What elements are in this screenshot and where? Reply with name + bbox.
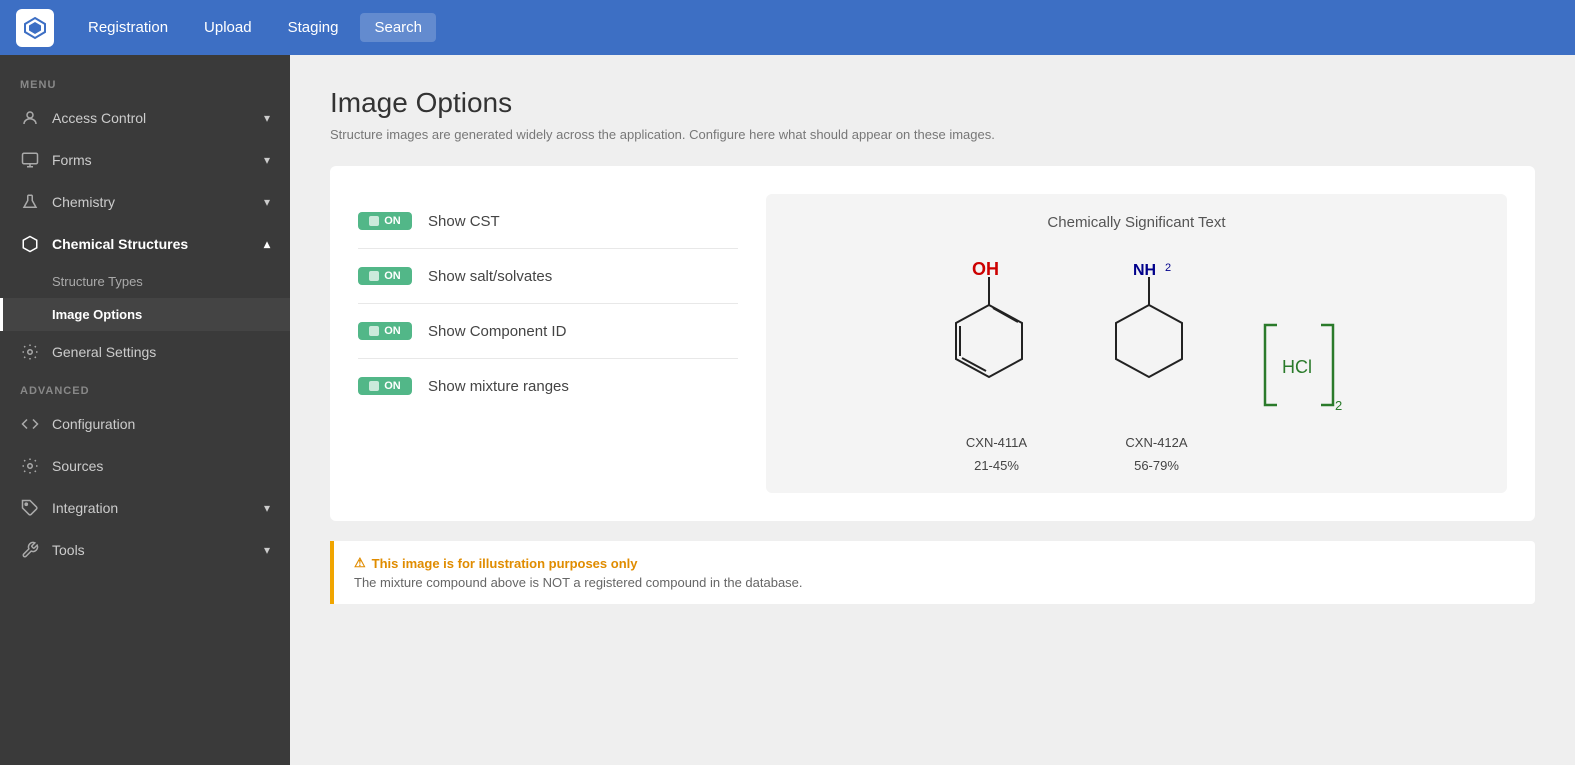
chevron-down-icon: ▾	[264, 195, 270, 209]
advanced-section-label: ADVANCED	[0, 373, 290, 403]
chevron-down-icon: ▾	[264, 543, 270, 557]
toggle-show-mixture-ranges[interactable]: ON	[358, 377, 412, 395]
sidebar-item-label: Access Control	[52, 110, 146, 126]
molecule-range-411a: 21-45%	[974, 458, 1019, 473]
top-nav: Registration Upload Staging Search	[0, 0, 1575, 55]
toggle-label: ON	[384, 215, 401, 227]
molecule-label-411a: CXN-411A	[966, 435, 1027, 450]
molecule-cxn-412a: NH 2 CXN-412A 56-79%	[1087, 247, 1227, 473]
wrench-icon	[20, 540, 40, 560]
sidebar-item-configuration[interactable]: Configuration	[0, 403, 290, 445]
puzzle-icon	[20, 498, 40, 518]
nav-registration[interactable]: Registration	[74, 13, 182, 42]
options-panel: ON Show CST ON Show salt/solvates	[358, 194, 738, 493]
sidebar-item-integration[interactable]: Integration ▾	[0, 487, 290, 529]
svg-text:2: 2	[1335, 398, 1342, 413]
toggle-show-salt[interactable]: ON	[358, 267, 412, 285]
sidebar-item-general-settings[interactable]: General Settings	[0, 331, 290, 373]
code-icon	[20, 414, 40, 434]
sidebar-subitem-structure-types[interactable]: Structure Types	[0, 265, 290, 298]
option-show-salt: ON Show salt/solvates	[358, 249, 738, 304]
gear-icon	[20, 342, 40, 362]
sidebar-item-forms[interactable]: Forms ▾	[0, 139, 290, 181]
sidebar-item-label: Sources	[52, 458, 103, 474]
option-show-component-id: ON Show Component ID	[358, 304, 738, 359]
nav-links: Registration Upload Staging Search	[74, 13, 436, 42]
svg-text:2: 2	[1165, 262, 1171, 274]
options-card: ON Show CST ON Show salt/solvates	[330, 166, 1535, 521]
molecule-hcl: HCl 2	[1247, 270, 1347, 450]
option-label-show-cst: Show CST	[428, 213, 500, 230]
toggle-label: ON	[384, 270, 401, 282]
warning-box: ⚠ This image is for illustration purpose…	[330, 541, 1535, 604]
warning-title-text: This image is for illustration purposes …	[372, 556, 638, 571]
chevron-down-icon: ▾	[264, 153, 270, 167]
nav-search[interactable]: Search	[360, 13, 436, 42]
option-label-show-mixture-ranges: Show mixture ranges	[428, 378, 569, 395]
hexagon-icon	[20, 234, 40, 254]
option-show-cst: ON Show CST	[358, 194, 738, 249]
sidebar-item-tools[interactable]: Tools ▾	[0, 529, 290, 571]
sprocket-icon	[20, 456, 40, 476]
toggle-dot	[369, 326, 379, 336]
toggle-dot	[369, 381, 379, 391]
nav-staging[interactable]: Staging	[274, 13, 353, 42]
sidebar-item-label: Chemistry	[52, 194, 115, 210]
svg-text:HCl: HCl	[1282, 357, 1312, 377]
sidebar-item-access-control[interactable]: Access Control ▾	[0, 97, 290, 139]
toggle-show-cst[interactable]: ON	[358, 212, 412, 230]
chevron-down-icon: ▾	[264, 501, 270, 515]
option-label-show-salt: Show salt/solvates	[428, 268, 552, 285]
toggle-show-component-id[interactable]: ON	[358, 322, 412, 340]
main-content: Image Options Structure images are gener…	[290, 55, 1575, 765]
molecule-range-412a: 56-79%	[1134, 458, 1179, 473]
app-logo	[16, 9, 54, 47]
hcl-svg: HCl 2	[1247, 270, 1347, 450]
chevron-up-icon: ▴	[264, 237, 270, 251]
sidebar-item-label: Forms	[52, 152, 92, 168]
sidebar-item-sources[interactable]: Sources	[0, 445, 290, 487]
warning-title: ⚠ This image is for illustration purpose…	[354, 555, 1515, 571]
toggle-label: ON	[384, 380, 401, 392]
sidebar-subitem-image-options[interactable]: Image Options	[0, 298, 290, 331]
page-title: Image Options	[330, 87, 1535, 119]
svg-text:OH: OH	[972, 259, 999, 279]
warning-text: The mixture compound above is NOT a regi…	[354, 575, 1515, 590]
toggle-label: ON	[384, 325, 401, 337]
molecules-row: OH	[786, 247, 1487, 473]
preview-title: Chemically Significant Text	[1047, 214, 1225, 231]
molecule-cxn-411a: OH	[927, 247, 1067, 473]
option-show-mixture-ranges: ON Show mixture ranges	[358, 359, 738, 413]
sidebar-item-label: Configuration	[52, 416, 135, 432]
sidebar-item-label: General Settings	[52, 344, 156, 360]
sidebar-item-label: Chemical Structures	[52, 236, 188, 252]
preview-panel: Chemically Significant Text OH	[766, 194, 1507, 493]
sidebar-item-chemical-structures[interactable]: Chemical Structures ▴	[0, 223, 290, 265]
sidebar-item-chemistry[interactable]: Chemistry ▾	[0, 181, 290, 223]
page-subtitle: Structure images are generated widely ac…	[330, 127, 1535, 142]
sidebar: MENU Access Control ▾ Forms ▾	[0, 55, 290, 765]
svg-text:NH: NH	[1133, 262, 1156, 279]
sidebar-item-label: Tools	[52, 542, 85, 558]
nav-upload[interactable]: Upload	[190, 13, 266, 42]
chevron-down-icon: ▾	[264, 111, 270, 125]
sidebar-item-label: Integration	[52, 500, 118, 516]
monitor-icon	[20, 150, 40, 170]
toggle-dot	[369, 271, 379, 281]
toggle-dot	[369, 216, 379, 226]
cyclohexylamine-svg: NH 2	[1087, 247, 1227, 427]
molecule-label-412a: CXN-412A	[1125, 435, 1187, 450]
option-label-show-component-id: Show Component ID	[428, 323, 566, 340]
person-icon	[20, 108, 40, 128]
flask-icon	[20, 192, 40, 212]
menu-section-label: MENU	[0, 67, 290, 97]
warning-icon: ⚠	[354, 555, 366, 571]
phenol-svg: OH	[927, 247, 1067, 427]
